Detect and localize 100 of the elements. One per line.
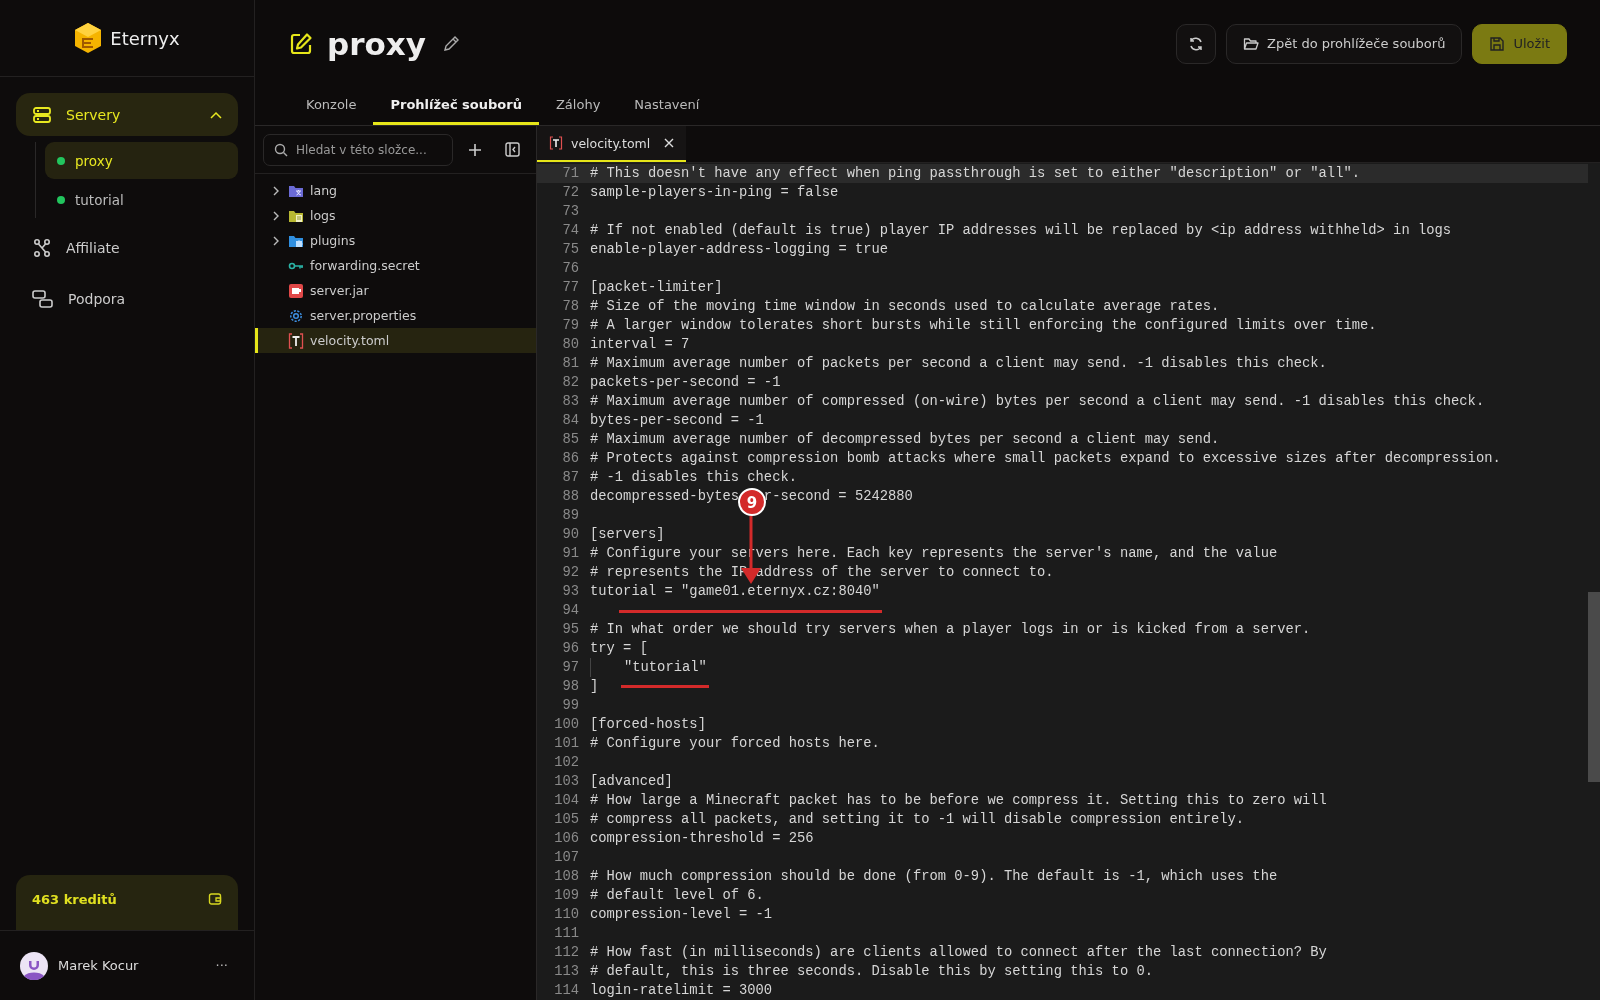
code-line: compression-level = -1 [590, 907, 773, 922]
line-number: 98 [561, 678, 580, 696]
close-icon [664, 138, 675, 148]
code-line: # This doesn't have any effect when ping passthrough is set to either "description" or "all". [590, 166, 1360, 181]
file-item[interactable]: lang [255, 178, 536, 203]
line-number: 100 [553, 716, 580, 734]
line-number: 72 [561, 184, 580, 202]
line-number: 84 [561, 412, 580, 430]
file-item[interactable]: plugins [255, 228, 536, 253]
line-number: 111 [553, 925, 580, 943]
folder-icon [1243, 35, 1260, 52]
line-number: 95 [561, 621, 580, 639]
code-line: sample-players-in-ping = false [590, 185, 839, 200]
tab[interactable]: Zálohy [538, 87, 618, 125]
file-item[interactable]: forwarding.secret [255, 253, 536, 278]
code-line: # Size of the moving time window in seconds used to calculate average rates. [590, 299, 1220, 314]
server-item[interactable]: tutorial [45, 181, 238, 218]
line-number: 103 [553, 773, 580, 791]
line-number: 107 [553, 849, 580, 867]
line-number: 96 [561, 640, 580, 658]
file-item[interactable]: server.jar [255, 278, 536, 303]
code-line: # Maximum average number of decompressed bytes per second a client may send. [590, 432, 1220, 447]
edit-icon [289, 31, 313, 56]
chevron-icon [272, 185, 280, 196]
code-line: [advanced] [590, 774, 673, 789]
nav-item[interactable]: Affiliate [16, 226, 238, 269]
line-number: 102 [553, 754, 580, 772]
code-line: bytes-per-second = -1 [590, 413, 764, 428]
code-line: [packet-limiter] [590, 280, 723, 295]
save-button[interactable]: Uložit [1472, 23, 1567, 64]
line-number: 109 [553, 887, 580, 905]
code-line: packets-per-second = -1 [590, 375, 781, 390]
page-title: proxy [327, 25, 426, 62]
line-number: 99 [561, 697, 580, 715]
credits-text: 463 kreditů [32, 892, 117, 907]
line-number: 77 [561, 279, 580, 297]
line-number: 93 [561, 583, 580, 601]
file-item[interactable]: logs [255, 203, 536, 228]
file-tab[interactable]: velocity.toml [537, 126, 687, 162]
more-button[interactable]: ··· [209, 958, 234, 973]
tab[interactable]: Nastavení [617, 87, 717, 125]
code-line: # How large a Minecraft packet has to be before we compress it. Setting this to zero will [590, 793, 1327, 808]
tab[interactable]: Konzole [289, 87, 374, 125]
code-line: [forced-hosts] [590, 717, 706, 732]
file-item[interactable]: velocity.toml [255, 328, 536, 353]
refresh-icon [1188, 35, 1205, 52]
line-number: 87 [561, 469, 580, 487]
brand-name: Eternyx [110, 27, 180, 49]
line-number: 75 [561, 241, 580, 259]
line-number: 97 [561, 659, 580, 677]
line-number: 79 [561, 317, 580, 335]
scrollbar-thumb[interactable] [1588, 592, 1600, 782]
pencil-icon [442, 34, 460, 53]
line-number: 86 [561, 450, 580, 468]
line-number: 92 [561, 564, 580, 582]
code-line: r-second = 5242880 [763, 489, 913, 504]
line-number: 73 [561, 203, 580, 221]
code-line: # compress all packets, and setting it to -1 will disable compression entirely. [590, 812, 1245, 827]
line-number: 88 [561, 488, 580, 506]
server-item[interactable]: proxy [45, 142, 238, 179]
search-icon [274, 142, 288, 157]
line-number: 76 [561, 260, 580, 278]
code-line: login-ratelimit = 3000 [590, 983, 773, 998]
avatar-icon [20, 951, 48, 980]
line-number: 91 [561, 545, 580, 563]
code-line: # Configure your forced hosts here. [590, 736, 880, 751]
line-number: 113 [553, 963, 580, 981]
line-number: 90 [561, 526, 580, 544]
nav-item[interactable]: Podpora [16, 277, 238, 320]
code-line: decompressed-bytes [590, 489, 740, 504]
code-line: [servers] [590, 527, 665, 542]
code-line: "tutorial" [624, 660, 707, 675]
search-field[interactable]: Hledat v této složce... [263, 133, 453, 166]
code-line: interval = 7 [590, 337, 690, 352]
line-number: 106 [553, 830, 580, 848]
server-icon [32, 104, 52, 125]
panel-icon [504, 142, 520, 157]
line-number: 94 [561, 602, 580, 620]
code-line: # A larger window tolerates short bursts while still enforcing the configured limits over time. [590, 318, 1377, 333]
code-line: # Maximum average number of packets per second a client may send. -1 disables this check. [590, 356, 1327, 371]
line-number: 101 [553, 735, 580, 753]
code-line: compression-threshold = 256 [590, 831, 814, 846]
user-name: Marek Kocur [58, 958, 139, 973]
refresh-button[interactable] [1176, 23, 1217, 64]
line-number: 114 [553, 982, 580, 1000]
line-number: 82 [561, 374, 580, 392]
line-number: 85 [561, 431, 580, 449]
code-line: # How fast (in milliseconds) are clients allowed to connect after the last connection? By [590, 945, 1327, 960]
code-line: enable-player-address-logging = true [590, 242, 889, 257]
file-item[interactable]: server.properties [255, 303, 536, 328]
back-button[interactable]: Zpět do prohlížeče souborů [1226, 23, 1463, 64]
line-number: 81 [561, 355, 580, 373]
nav-item[interactable]: Servery [16, 93, 238, 136]
code-line: # How much compression should be done (from 0-9). The default is -1, which uses the [590, 869, 1278, 884]
chevron-icon [272, 235, 280, 246]
line-number: 78 [561, 298, 580, 316]
code-line: tutorial = "game01.eternyx.cz:8040" [590, 584, 880, 599]
line-number: 105 [553, 811, 580, 829]
code-line: # Maximum average number of compressed (on-wire) bytes per second a client may send. -1 disables this check. [590, 394, 1485, 409]
line-number: 71 [561, 165, 580, 183]
